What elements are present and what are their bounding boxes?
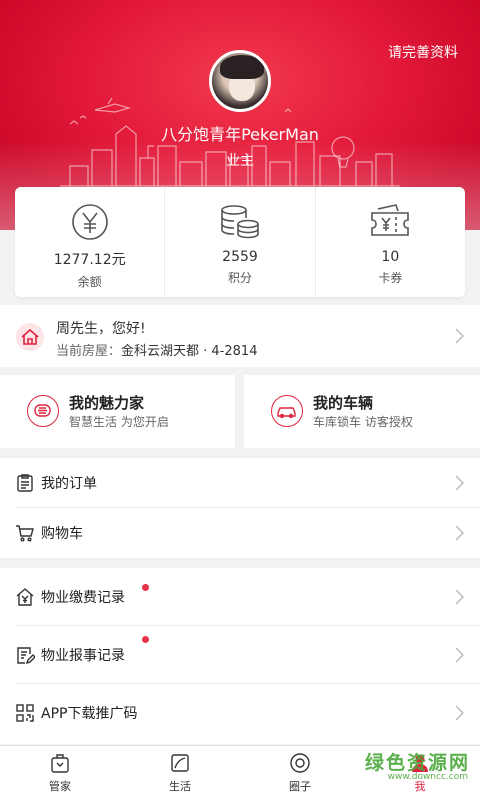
- life-icon: [171, 754, 189, 772]
- avatar-hair: [220, 55, 264, 79]
- coupon-ticket-icon: [371, 204, 410, 236]
- cart-icon: [16, 525, 34, 542]
- menu-item-app-qrcode-label: APP下载推广码: [41, 706, 138, 722]
- user-role: 业主: [226, 153, 254, 169]
- card-smart-home-title: 我的魅力家: [69, 394, 145, 412]
- card-my-vehicle-subtitle: 车库锁车 访客授权: [313, 415, 413, 429]
- chevron-right-icon: [455, 525, 464, 541]
- bottom-tab-bar: 管家 生活 圈子 我: [0, 745, 480, 800]
- stat-balance[interactable]: 1277.12元 余额: [15, 187, 166, 297]
- current-house-value: 金科云湖天都 · 4-2814: [121, 344, 258, 359]
- qrcode-icon: [16, 704, 34, 722]
- current-house-label: 当前房屋：: [56, 344, 122, 359]
- stat-coupons[interactable]: 10 卡券: [316, 187, 465, 297]
- tab-life[interactable]: 生活: [120, 746, 240, 800]
- chevron-right-icon: [455, 589, 464, 605]
- menu-item-cart-label: 购物车: [41, 526, 83, 542]
- chevron-right-icon: [455, 475, 464, 491]
- unread-dot: [142, 584, 149, 591]
- avatar[interactable]: [209, 50, 271, 112]
- butler-icon: [51, 754, 69, 773]
- menu-item-payment-records-label: 物业缴费记录: [41, 590, 125, 606]
- unread-dot: [142, 636, 149, 643]
- tab-butler-label: 管家: [49, 780, 71, 793]
- greeting-text: 周先生，您好!: [56, 321, 146, 337]
- menu-item-orders[interactable]: 我的订单: [15, 458, 480, 508]
- yen-coin-icon: [71, 204, 108, 240]
- menu-item-payment-records[interactable]: 物业缴费记录: [15, 568, 480, 626]
- menu-item-report-records-label: 物业报事记录: [41, 648, 125, 664]
- coin-stack-icon: [221, 205, 259, 239]
- payment-house-icon: [16, 588, 34, 606]
- menu-item-app-qrcode[interactable]: APP下载推广码: [15, 684, 480, 742]
- card-smart-home-subtitle: 智慧生活 为您开启: [69, 415, 169, 429]
- feature-cards: 我的魅力家 智慧生活 为您开启 我的车辆 车库锁车 访客授权: [0, 375, 480, 448]
- menu-group-shopping: 我的订单 购物车: [0, 458, 480, 558]
- tab-life-label: 生活: [169, 780, 191, 793]
- complete-profile-link[interactable]: 请完善资料: [388, 42, 458, 62]
- report-doc-icon: [17, 647, 35, 665]
- tab-circle-label: 圈子: [289, 780, 311, 793]
- menu-item-report-records[interactable]: 物业报事记录: [15, 626, 480, 684]
- tab-me[interactable]: 我: [360, 746, 480, 800]
- stat-points[interactable]: 2559 积分: [165, 187, 316, 297]
- order-list-icon: [17, 474, 33, 492]
- stats-panel: 1277.12元 余额 2559 积分 10 卡券: [15, 187, 465, 297]
- menu-item-orders-label: 我的订单: [41, 476, 97, 492]
- card-my-vehicle-title: 我的车辆: [313, 394, 374, 412]
- points-label: 积分: [227, 271, 252, 285]
- circle-icon: [290, 753, 310, 773]
- points-value: 2559: [222, 249, 258, 265]
- me-icon: [412, 754, 428, 772]
- chevron-right-icon: [455, 705, 464, 721]
- current-house-row[interactable]: 周先生，您好! 当前房屋：金科云湖天都 · 4-2814: [0, 305, 480, 367]
- card-smart-home[interactable]: 我的魅力家 智慧生活 为您开启: [0, 375, 235, 448]
- current-house-text: 当前房屋：金科云湖天都 · 4-2814: [56, 340, 257, 359]
- menu-item-cart[interactable]: 购物车: [15, 508, 480, 558]
- tab-circle[interactable]: 圈子: [240, 746, 360, 800]
- house-icon: [16, 323, 44, 351]
- smart-home-icon: [27, 395, 59, 427]
- tab-butler[interactable]: 管家: [0, 746, 120, 800]
- card-my-vehicle[interactable]: 我的车辆 车库锁车 访客授权: [244, 375, 480, 448]
- balance-value: 1277.12元: [53, 252, 126, 268]
- chevron-right-icon: [455, 328, 464, 344]
- coupons-label: 卡券: [378, 271, 403, 285]
- car-icon: [271, 395, 303, 427]
- menu-group-property: 物业缴费记录 物业报事记录 APP下载推广码: [0, 568, 480, 744]
- tab-me-label: 我: [414, 780, 426, 793]
- username: 八分饱青年PekerMan: [161, 125, 319, 144]
- coupons-value: 10: [381, 249, 400, 265]
- balance-label: 余额: [77, 275, 102, 289]
- chevron-right-icon: [455, 647, 464, 663]
